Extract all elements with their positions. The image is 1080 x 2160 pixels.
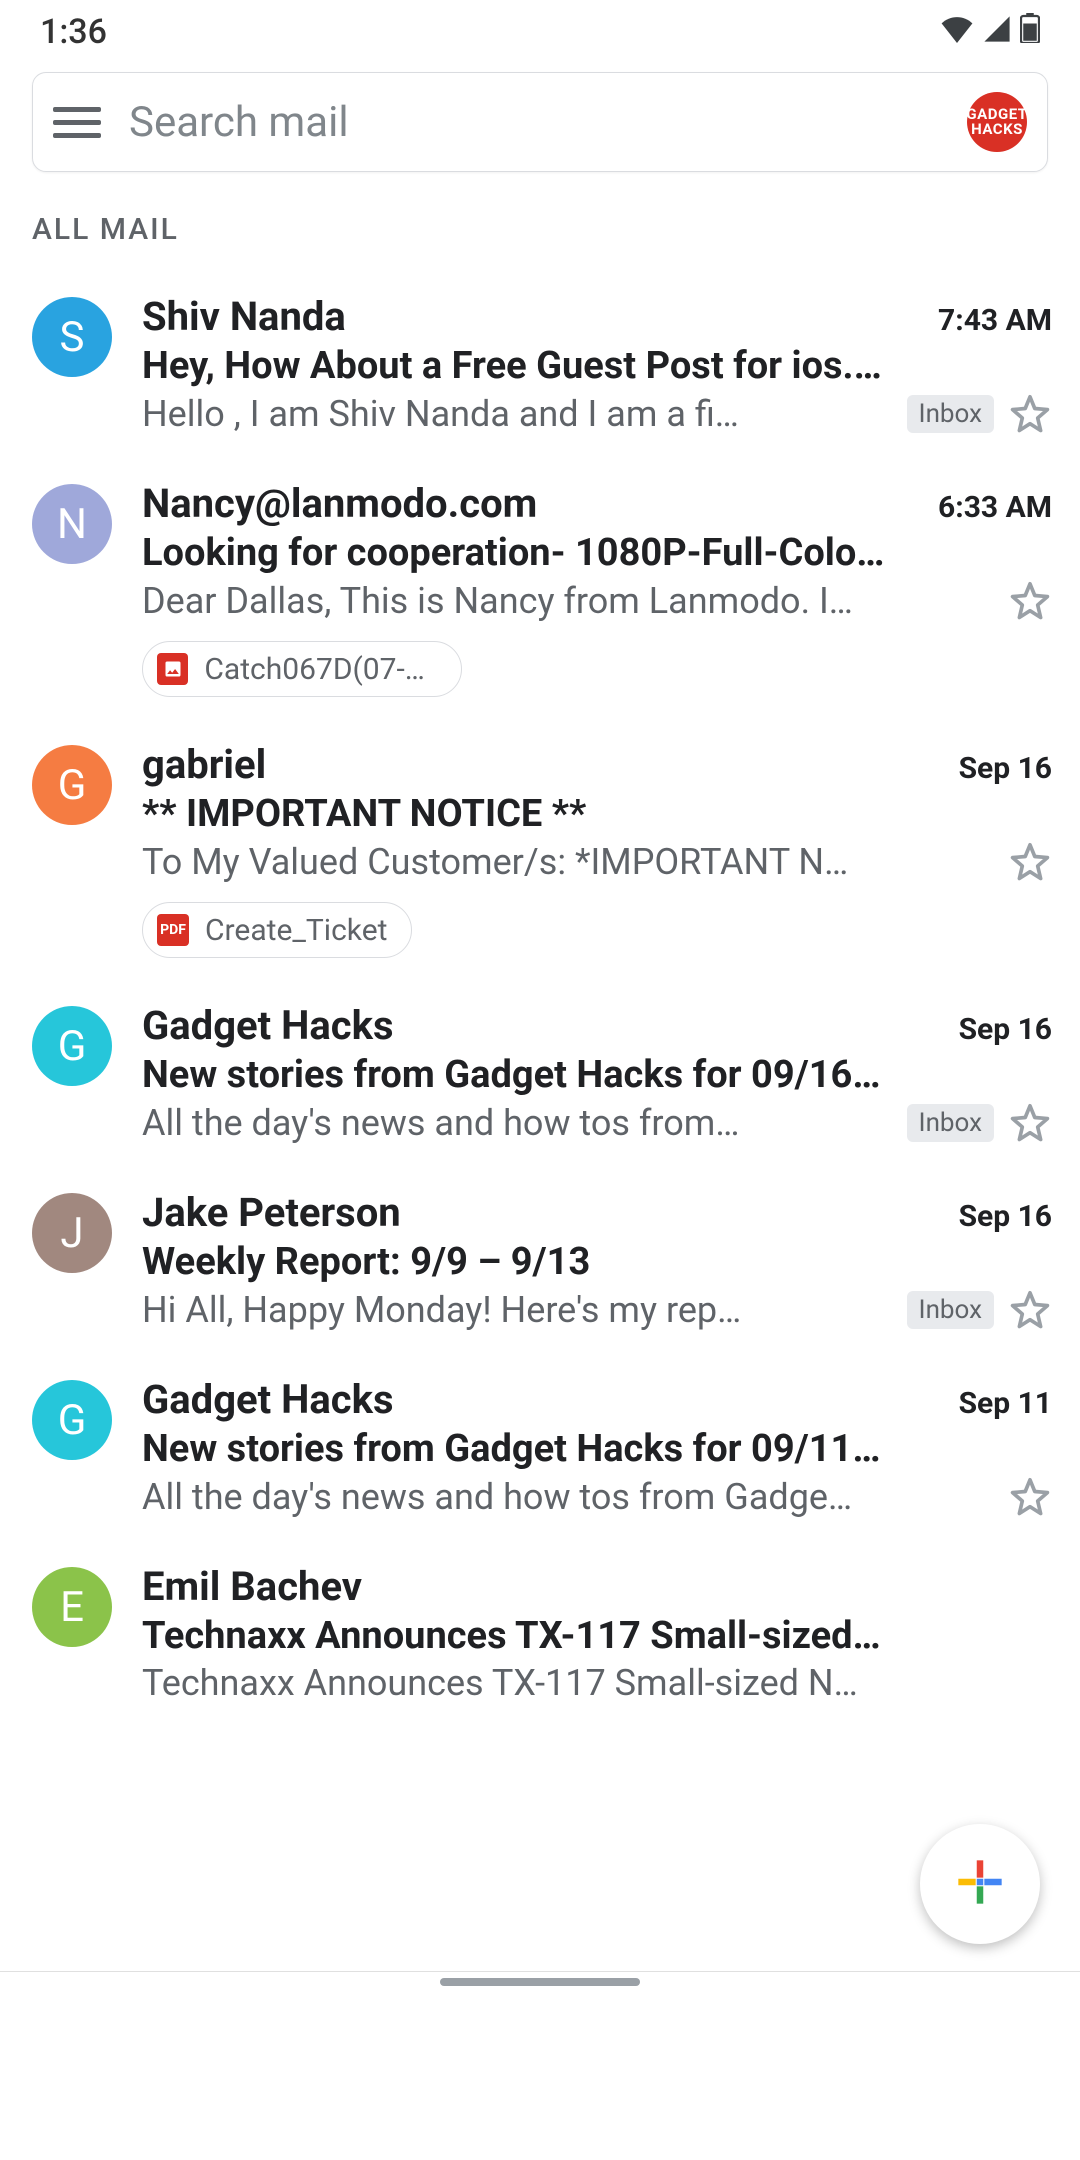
email-subject: Hey, How About a Free Guest Post for ios…	[142, 344, 1052, 388]
email-sender: Gadget Hacks	[142, 1002, 394, 1049]
search-bar[interactable]: Search mail GADGET HACKS	[32, 72, 1048, 172]
email-time: Sep 16	[959, 751, 1052, 786]
email-sender: Shiv Nanda	[142, 293, 346, 340]
sender-avatar[interactable]: J	[32, 1193, 112, 1273]
email-item[interactable]: S Shiv Nanda 7:43 AM Hey, How About a Fr…	[0, 271, 1080, 458]
star-icon[interactable]	[1008, 1288, 1052, 1332]
email-item[interactable]: G Gadget Hacks Sep 11 New stories from G…	[0, 1354, 1080, 1541]
email-subject: Weekly Report: 9/9 – 9/13	[142, 1240, 1052, 1284]
image-icon	[157, 653, 188, 685]
email-item[interactable]: G gabriel Sep 16 ** IMPORTANT NOTICE ** …	[0, 719, 1080, 980]
email-item[interactable]: E Emil Bachev Technaxx Announces TX-117 …	[0, 1541, 1080, 1726]
sender-avatar[interactable]: G	[32, 1380, 112, 1460]
star-icon[interactable]	[1008, 1101, 1052, 1145]
email-time: 7:43 AM	[938, 303, 1052, 338]
menu-icon[interactable]	[53, 98, 101, 146]
email-time: Sep 16	[959, 1012, 1052, 1047]
email-time: 6:33 AM	[938, 490, 1052, 525]
email-subject: Looking for cooperation- 1080P-Full-Colo…	[142, 531, 1052, 575]
cell-signal-icon	[982, 12, 1012, 52]
sender-avatar[interactable]: E	[32, 1567, 112, 1647]
email-time: Sep 11	[959, 1386, 1052, 1421]
email-sender: Emil Bachev	[142, 1563, 362, 1610]
email-sender: Jake Peterson	[142, 1189, 401, 1236]
section-header: ALL MAIL	[0, 172, 1080, 271]
battery-icon	[1020, 12, 1040, 52]
attachment-chip[interactable]: PDF Create_Ticket	[142, 902, 412, 958]
email-snippet: All the day's news and how tos from…	[142, 1102, 893, 1144]
star-icon[interactable]	[1008, 840, 1052, 884]
email-item[interactable]: G Gadget Hacks Sep 16 New stories from G…	[0, 980, 1080, 1167]
email-snippet: Dear Dallas, This is Nancy from Lanmodo.…	[142, 580, 994, 622]
compose-fab[interactable]	[920, 1824, 1040, 1944]
star-icon[interactable]	[1008, 1475, 1052, 1519]
attachment-chip[interactable]: Catch067D(07-0…	[142, 641, 462, 697]
star-icon[interactable]	[1008, 392, 1052, 436]
attachment-name: Catch067D(07-0…	[204, 652, 437, 687]
email-sender: gabriel	[142, 741, 266, 788]
sender-avatar[interactable]: N	[32, 484, 112, 564]
sender-avatar[interactable]: G	[32, 745, 112, 825]
status-bar: 1:36	[0, 0, 1080, 64]
email-snippet: Hello , I am Shiv Nanda and I am a fi…	[142, 393, 893, 435]
divider	[0, 1971, 1080, 1972]
plus-icon	[954, 1856, 1006, 1912]
nav-handle[interactable]	[440, 1978, 640, 1986]
wifi-icon	[940, 12, 974, 52]
sender-avatar[interactable]: G	[32, 1006, 112, 1086]
star-icon[interactable]	[1008, 579, 1052, 623]
label-chip: Inbox	[907, 1104, 995, 1142]
email-subject: New stories from Gadget Hacks for 09/16…	[142, 1053, 1052, 1097]
label-chip: Inbox	[907, 395, 995, 433]
pdf-icon: PDF	[157, 914, 189, 946]
email-list: S Shiv Nanda 7:43 AM Hey, How About a Fr…	[0, 271, 1080, 1726]
account-avatar[interactable]: GADGET HACKS	[967, 92, 1027, 152]
email-item[interactable]: N Nancy@lanmodo.com 6:33 AM Looking for …	[0, 458, 1080, 719]
sender-avatar[interactable]: S	[32, 297, 112, 377]
email-time: Sep 16	[959, 1199, 1052, 1234]
status-icons	[940, 12, 1040, 52]
email-sender: Nancy@lanmodo.com	[142, 480, 537, 527]
email-snippet: Technaxx Announces TX-117 Small-sized N…	[142, 1662, 1052, 1704]
email-subject: ** IMPORTANT NOTICE **	[142, 792, 1052, 836]
label-chip: Inbox	[907, 1291, 995, 1329]
search-placeholder: Search mail	[129, 98, 939, 147]
email-subject: New stories from Gadget Hacks for 09/11…	[142, 1427, 1052, 1471]
email-sender: Gadget Hacks	[142, 1376, 394, 1423]
status-time: 1:36	[40, 12, 107, 52]
attachment-name: Create_Ticket	[205, 913, 387, 948]
email-snippet: To My Valued Customer/s: *IMPORTANT N…	[142, 841, 994, 883]
email-subject: Technaxx Announces TX-117 Small-sized…	[142, 1614, 1052, 1658]
email-item[interactable]: J Jake Peterson Sep 16 Weekly Report: 9/…	[0, 1167, 1080, 1354]
email-snippet: Hi All, Happy Monday! Here's my rep…	[142, 1289, 893, 1331]
email-snippet: All the day's news and how tos from Gadg…	[142, 1476, 994, 1518]
